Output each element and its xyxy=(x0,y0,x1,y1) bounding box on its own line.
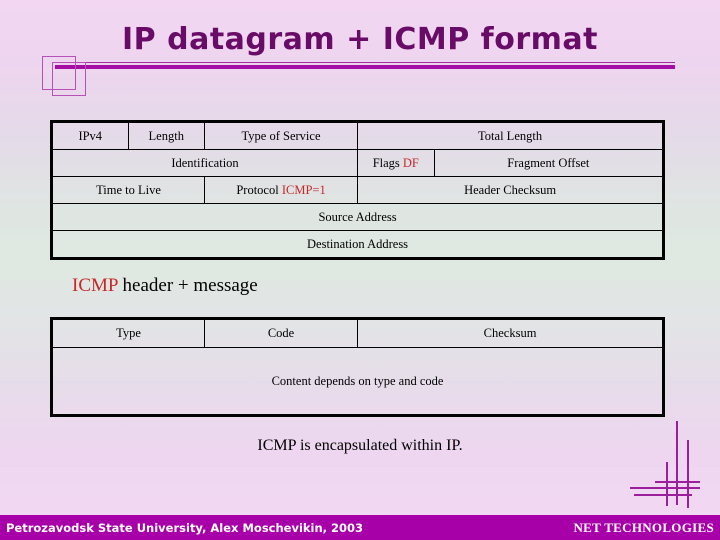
title-rule-thick xyxy=(55,65,675,69)
icmp-field-code: Code xyxy=(203,318,359,348)
table-row: Source Address xyxy=(50,203,665,231)
field-length: Length xyxy=(127,121,206,150)
field-flags: Flags DF xyxy=(357,149,435,177)
icmp-field-checksum: Checksum xyxy=(357,318,665,348)
field-protocol: Protocol ICMP=1 xyxy=(204,176,359,204)
icmp-heading-rest: header + message xyxy=(117,275,258,296)
table-row: Identification Flags DF Fragment Offset xyxy=(50,149,665,177)
slide-caption: ICMP is encapsulated within IP. xyxy=(257,437,463,454)
table-row: Time to Live Protocol ICMP=1 Header Chec… xyxy=(50,176,665,204)
decorative-vline-2 xyxy=(687,440,689,508)
icmp-field-type: Type xyxy=(51,318,205,348)
table-row: Content depends on type and code xyxy=(50,347,665,416)
icmp-section-heading: ICMP header + message xyxy=(72,275,258,297)
field-type-of-service: Type of Service xyxy=(204,121,359,150)
page-title: IP datagram + ICMP format xyxy=(122,22,598,57)
field-protocol-value: ICMP=1 xyxy=(281,182,326,197)
decorative-hline-2 xyxy=(634,494,692,496)
field-ipv4: IPv4 xyxy=(51,121,129,150)
field-time-to-live: Time to Live xyxy=(50,176,206,204)
icmp-heading-acronym: ICMP xyxy=(72,275,118,296)
footer-bar: Petrozavodsk State University, Alex Mosc… xyxy=(0,515,720,540)
icmp-field-content: Content depends on type and code xyxy=(50,347,665,416)
decorative-hline-3 xyxy=(655,481,700,483)
decorative-square-front xyxy=(52,62,86,96)
field-identification: Identification xyxy=(50,149,359,177)
field-flags-df-value: DF xyxy=(402,155,419,170)
ip-datagram-table: IPv4 Length Type of Service Total Length… xyxy=(50,120,666,260)
decorative-vline-1 xyxy=(676,421,678,505)
field-destination-address: Destination Address xyxy=(50,230,665,259)
field-total-length: Total Length xyxy=(357,121,665,150)
field-fragment-offset: Fragment Offset xyxy=(433,149,665,177)
slide-canvas: IP datagram + ICMP format IPv4 Length Ty… xyxy=(0,0,720,540)
title-rule-thin xyxy=(55,62,675,63)
footer-brand: NET TECHNOLOGIES xyxy=(573,519,714,535)
field-protocol-label: Protocol xyxy=(236,182,282,197)
icmp-message-table: Type Code Checksum Content depends on ty… xyxy=(50,317,666,417)
table-row: Destination Address xyxy=(50,230,665,259)
footer-credit: Petrozavodsk State University, Alex Mosc… xyxy=(6,520,364,535)
decorative-hline-1 xyxy=(630,487,700,489)
field-source-address: Source Address xyxy=(50,203,665,231)
decorative-vline-3 xyxy=(666,462,668,506)
field-header-checksum: Header Checksum xyxy=(357,176,665,204)
field-flags-label: Flags xyxy=(372,155,403,170)
table-row: Type Code Checksum xyxy=(51,318,665,348)
table-row: IPv4 Length Type of Service Total Length xyxy=(51,121,665,150)
